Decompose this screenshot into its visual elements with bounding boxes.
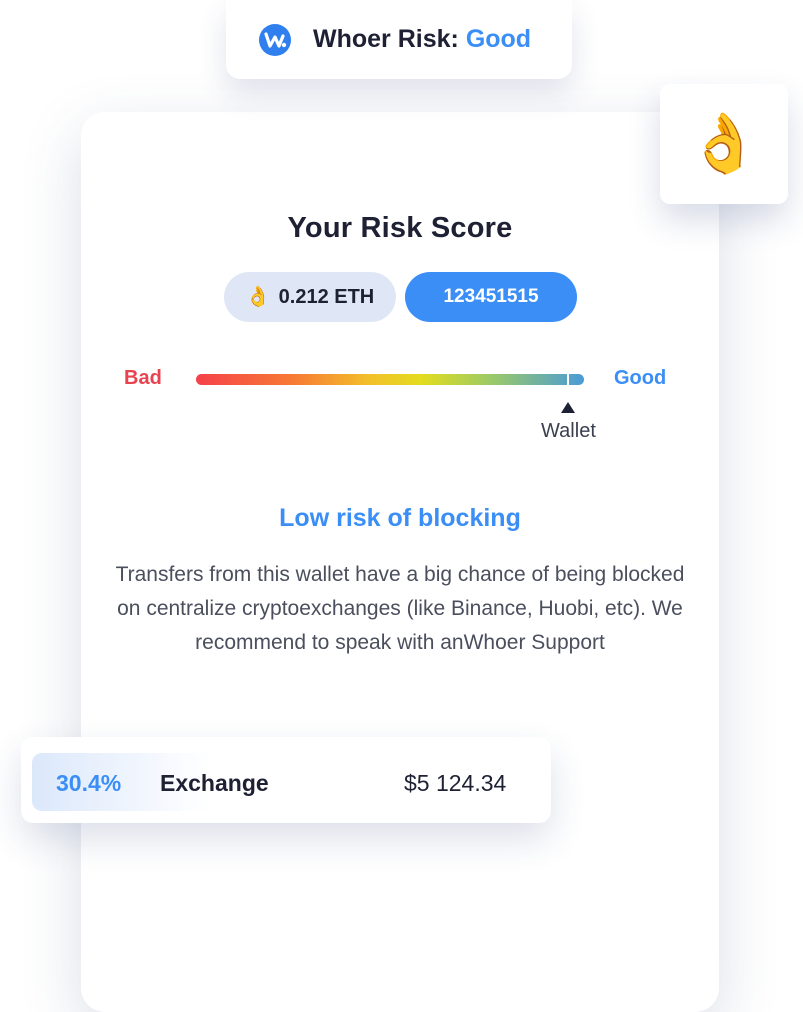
whoer-risk-badge: Whoer Risk: Good [226, 0, 572, 79]
score-chip-row: 👌 0.212 ETH 123451515 [224, 272, 577, 322]
risk-heading: Low risk of blocking [279, 504, 521, 532]
risk-score-card: Your Risk Score 👌 0.212 ETH 123451515 Ba… [81, 112, 719, 1012]
exchange-card[interactable]: 30.4% Exchange $5 124.34 [21, 737, 551, 823]
whoer-logo-icon [259, 24, 291, 56]
badge-label: Whoer Risk: [313, 25, 459, 53]
risk-gradient-bar [196, 374, 584, 385]
scale-good-label: Good [614, 367, 667, 389]
badge-text: Whoer Risk: Good [313, 25, 531, 54]
score-title: Your Risk Score [287, 212, 513, 244]
ok-hand-small-icon: 👌 [245, 286, 271, 308]
exchange-name: Exchange [160, 770, 269, 796]
exchange-row[interactable]: 30.4% Exchange $5 124.34 [32, 753, 541, 811]
exchange-amount: $5 124.34 [404, 770, 507, 796]
ok-hand-icon: 👌 [687, 111, 761, 176]
balance-chip: 👌 0.212 ETH [224, 272, 396, 322]
badge-value: Good [465, 25, 532, 53]
scale-position-marker [567, 374, 570, 385]
wallet-pointer-icon [561, 402, 576, 413]
wallet-id-chip[interactable]: 123451515 [405, 272, 577, 322]
risk-description: Transfers from this wallet have a big ch… [115, 563, 685, 654]
reaction-box: 👌 [660, 84, 788, 204]
balance-value: 0.212 ETH [278, 285, 375, 308]
wallet-pointer-label: Wallet [541, 420, 596, 442]
risk-scale: Bad Good [81, 367, 719, 397]
exchange-percent: 30.4% [56, 770, 122, 796]
scale-bad-label: Bad [124, 367, 162, 389]
